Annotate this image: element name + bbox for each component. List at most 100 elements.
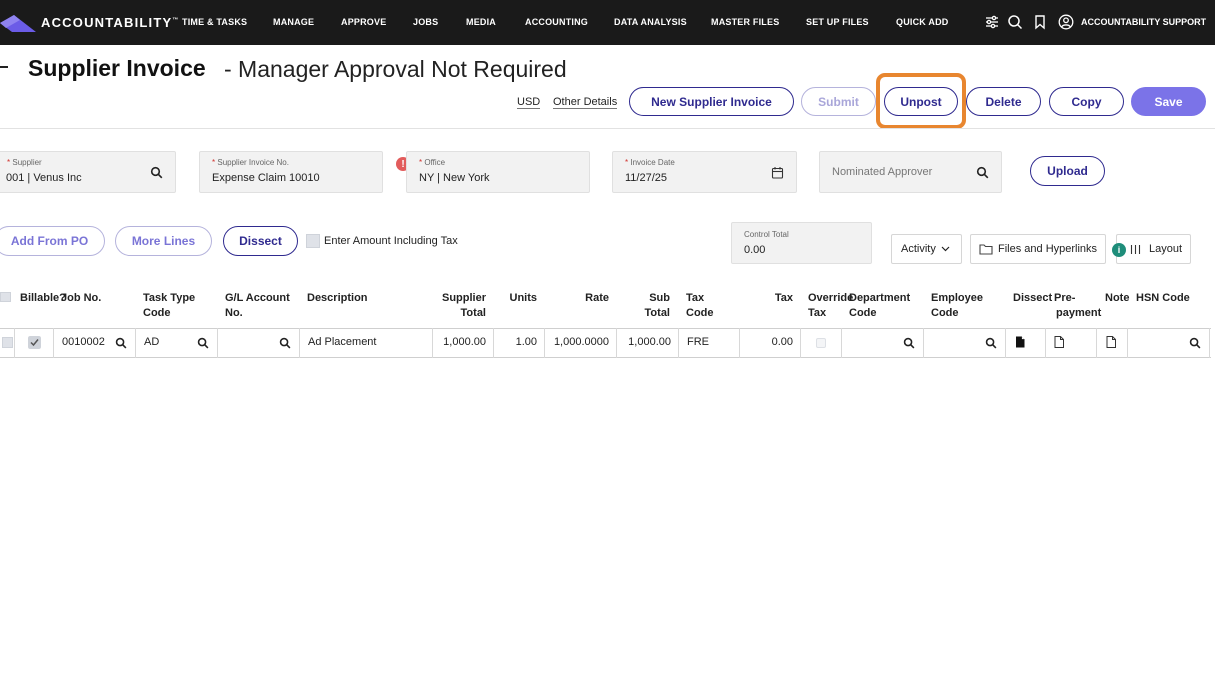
nominated-approver-field[interactable]: Nominated Approver	[819, 151, 1002, 193]
tax-code-cell[interactable]: FRE	[679, 328, 740, 358]
col-gl-account-header: G/L Account No.	[225, 292, 290, 319]
dissect-button[interactable]: Dissect	[223, 226, 298, 256]
enter-amount-tax-label[interactable]: Enter Amount Including Tax	[324, 235, 458, 247]
row-select-checkbox[interactable]	[2, 337, 13, 348]
nav-data-analysis[interactable]: DATA ANALYSIS	[614, 17, 687, 27]
nominated-approver-placeholder[interactable]: Nominated Approver	[832, 166, 932, 178]
supplier-total-cell[interactable]: 1,000.00	[433, 328, 494, 358]
nav-manage[interactable]: MANAGE	[273, 17, 314, 27]
activity-dropdown[interactable]: Activity	[891, 234, 962, 264]
copy-button[interactable]: Copy	[1049, 87, 1124, 116]
supplier-invoice-no-value[interactable]: Expense Claim 10010	[212, 172, 320, 184]
description-value[interactable]: Ad Placement	[308, 336, 376, 348]
col-hsn-header: HSN Code	[1136, 292, 1190, 304]
prepayment-cell[interactable]	[1046, 328, 1097, 358]
user-name[interactable]: ACCOUNTABILITY SUPPORT	[1081, 17, 1206, 27]
tax-value[interactable]: 0.00	[772, 336, 793, 348]
task-type-search-icon[interactable]	[197, 337, 209, 349]
nav-approve[interactable]: APPROVE	[341, 17, 386, 27]
dissect-cell[interactable]	[1006, 328, 1046, 358]
activity-label: Activity	[901, 243, 936, 255]
submit-button[interactable]: Submit	[801, 87, 876, 116]
units-cell[interactable]: 1.00	[494, 328, 545, 358]
tax-code-value[interactable]: FRE	[687, 336, 709, 348]
job-search-icon[interactable]	[115, 337, 127, 349]
sub-total-cell[interactable]: 1,000.00	[617, 328, 679, 358]
col-rate-header: Rate	[585, 292, 609, 304]
office-field[interactable]: * Office NY | New York	[406, 151, 590, 193]
task-type-cell[interactable]: AD	[136, 328, 218, 358]
save-button[interactable]: Save	[1131, 87, 1206, 116]
more-lines-button[interactable]: More Lines	[115, 226, 212, 256]
department-cell[interactable]	[842, 328, 924, 358]
rate-cell[interactable]: 1,000.0000	[545, 328, 617, 358]
hsn-cell[interactable]	[1128, 328, 1210, 358]
department-search-icon[interactable]	[903, 337, 915, 349]
files-and-hyperlinks-button[interactable]: Files and Hyperlinks	[970, 234, 1106, 264]
nav-master-files[interactable]: MASTER FILES	[711, 17, 779, 27]
override-tax-cell[interactable]	[801, 328, 842, 358]
task-type-value[interactable]: AD	[144, 336, 159, 348]
note-cell[interactable]	[1097, 328, 1128, 358]
invoice-date-field[interactable]: * Invoice Date 11/27/25	[612, 151, 797, 193]
col-tax-code-header: Tax Code	[686, 292, 714, 319]
supplier-value[interactable]: 001 | Venus Inc	[6, 172, 82, 184]
billable-checked-icon[interactable]	[28, 336, 41, 349]
collapse-dash-icon[interactable]	[0, 66, 8, 68]
hsn-search-icon[interactable]	[1189, 337, 1201, 349]
rate-value[interactable]: 1,000.0000	[554, 336, 609, 348]
other-details-link[interactable]: Other Details	[553, 96, 618, 109]
nav-jobs[interactable]: JOBS	[413, 17, 438, 27]
search-icon[interactable]	[1007, 14, 1023, 30]
prepayment-document-icon[interactable]	[1053, 336, 1065, 348]
supplier-total-value[interactable]: 1,000.00	[443, 336, 486, 348]
tax-cell[interactable]: 0.00	[740, 328, 801, 358]
supplier-field[interactable]: * Supplier 001 | Venus Inc	[0, 151, 176, 193]
info-icon[interactable]: i	[1112, 243, 1126, 257]
bookmark-icon[interactable]	[1032, 14, 1048, 30]
document-filled-icon[interactable]	[1014, 336, 1026, 348]
layout-button[interactable]: Layout	[1116, 234, 1191, 264]
brand-name[interactable]: ACCOUNTABILITY™	[41, 15, 178, 30]
invoice-date-value[interactable]: 11/27/25	[625, 172, 667, 184]
row-select-cell[interactable]	[0, 328, 15, 358]
control-total-field[interactable]: Control Total 0.00	[731, 222, 872, 264]
approver-search-icon[interactable]	[976, 166, 989, 179]
col-dissect-header: Dissect	[1013, 292, 1053, 304]
office-value[interactable]: NY | New York	[419, 172, 490, 184]
select-all-checkbox[interactable]	[0, 292, 11, 302]
employee-search-icon[interactable]	[985, 337, 997, 349]
calendar-icon[interactable]	[771, 166, 784, 179]
nav-time-tasks[interactable]: TIME & TASKS	[182, 17, 247, 27]
job-no-value[interactable]: 0010002	[62, 336, 105, 348]
gl-account-cell[interactable]	[218, 328, 300, 358]
description-cell[interactable]: Ad Placement	[300, 328, 433, 358]
new-supplier-invoice-button[interactable]: New Supplier Invoice	[629, 87, 794, 116]
col-billable-header: Billable?	[20, 292, 66, 304]
override-tax-checkbox[interactable]	[816, 338, 826, 348]
supplier-invoice-no-field[interactable]: * Supplier Invoice No. Expense Claim 100…	[199, 151, 383, 193]
accountability-logo-icon[interactable]	[0, 12, 36, 34]
delete-button[interactable]: Delete	[966, 87, 1041, 116]
user-icon[interactable]	[1058, 14, 1074, 30]
supplier-search-icon[interactable]	[150, 166, 163, 179]
nav-media[interactable]: MEDIA	[466, 17, 496, 27]
col-task-type-header: Task Type Code	[143, 292, 196, 319]
enter-amount-tax-checkbox[interactable]	[306, 234, 320, 248]
filter-sliders-icon[interactable]	[984, 14, 1000, 30]
note-document-icon[interactable]	[1105, 336, 1117, 348]
nav-accounting[interactable]: ACCOUNTING	[525, 17, 588, 27]
currency-link[interactable]: USD	[517, 96, 541, 109]
sub-total-value[interactable]: 1,000.00	[628, 336, 671, 348]
billable-cell[interactable]	[15, 328, 54, 358]
nav-set-up-files[interactable]: SET UP FILES	[806, 17, 869, 27]
employee-cell[interactable]	[924, 328, 1006, 358]
units-value[interactable]: 1.00	[516, 336, 537, 348]
nav-quick-add[interactable]: QUICK ADD	[896, 17, 948, 27]
gl-account-search-icon[interactable]	[279, 337, 291, 349]
job-no-cell[interactable]: 0010002	[54, 328, 136, 358]
upload-button[interactable]: Upload	[1030, 156, 1105, 186]
chevron-down-icon	[941, 246, 950, 252]
control-total-value[interactable]: 0.00	[744, 244, 765, 256]
add-from-po-button[interactable]: Add From PO	[0, 226, 105, 256]
